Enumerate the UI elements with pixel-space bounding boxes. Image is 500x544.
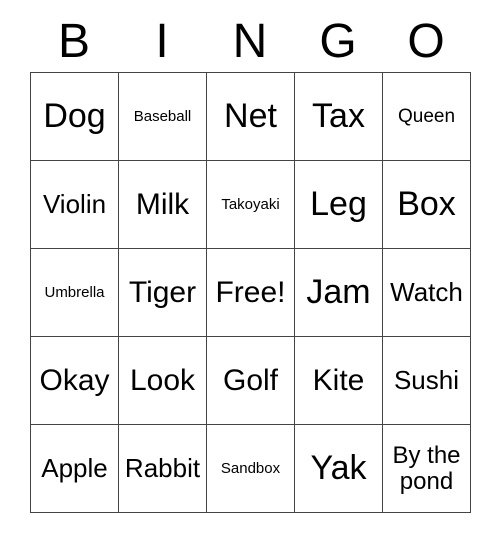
bingo-cell-label: Free!: [215, 275, 286, 309]
bingo-cell-label: Rabbit: [124, 452, 201, 483]
bingo-cell-label: Tax: [312, 96, 365, 135]
bingo-cell-label: Takoyaki: [221, 195, 280, 213]
bingo-cell-label: Golf: [222, 363, 279, 397]
bingo-cell[interactable]: Apple: [31, 425, 119, 513]
bingo-cell[interactable]: Queen: [383, 73, 471, 161]
bingo-cell-label: Sushi: [393, 364, 460, 395]
bingo-cell[interactable]: Rabbit: [119, 425, 207, 513]
bingo-cell[interactable]: Milk: [119, 161, 207, 249]
bingo-cell[interactable]: Baseball: [119, 73, 207, 161]
bingo-cell-label: Violin: [42, 188, 107, 219]
bingo-row: Umbrella Tiger Free! Jam Watch: [31, 249, 471, 337]
bingo-cell[interactable]: Sushi: [383, 337, 471, 425]
bingo-cell-label: Sandbox: [220, 459, 281, 477]
bingo-grid: Dog Baseball Net Tax Queen Violin Milk T…: [30, 72, 471, 513]
bingo-cell[interactable]: Takoyaki: [207, 161, 295, 249]
bingo-cell-label: Look: [129, 363, 196, 397]
bingo-cell[interactable]: Net: [207, 73, 295, 161]
bingo-row: Violin Milk Takoyaki Leg Box: [31, 161, 471, 249]
bingo-cell[interactable]: Box: [383, 161, 471, 249]
bingo-cell-label: By the pond: [392, 442, 461, 495]
bingo-cell-label: Kite: [312, 363, 365, 397]
bingo-cell-label: Watch: [390, 276, 463, 307]
bingo-row: Okay Look Golf Kite Sushi: [31, 337, 471, 425]
bingo-header-row: B I N G O: [30, 0, 470, 72]
bingo-cell-label: Tiger: [128, 275, 197, 309]
bingo-cell[interactable]: Tiger: [119, 249, 207, 337]
bingo-cell[interactable]: By the pond: [383, 425, 471, 513]
bingo-header-letter-o: O: [407, 15, 445, 68]
bingo-cell-label: Box: [397, 184, 456, 223]
bingo-cell[interactable]: Umbrella: [31, 249, 119, 337]
bingo-header-letter-g: G: [319, 15, 357, 68]
bingo-cell-label: Yak: [310, 448, 367, 487]
bingo-cell[interactable]: Leg: [295, 161, 383, 249]
bingo-cell-free-space[interactable]: Free!: [207, 249, 295, 337]
bingo-header-letter-i: I: [155, 15, 169, 68]
bingo-cell-label: Jam: [306, 272, 371, 311]
bingo-cell[interactable]: Kite: [295, 337, 383, 425]
bingo-cell[interactable]: Golf: [207, 337, 295, 425]
bingo-cell-label: Net: [224, 96, 277, 135]
bingo-card: B I N G O Dog Baseball Net Tax Queen Vio…: [30, 0, 471, 513]
bingo-row: Dog Baseball Net Tax Queen: [31, 73, 471, 161]
bingo-cell-label: Umbrella: [44, 283, 105, 301]
bingo-cell-label: Milk: [135, 187, 190, 221]
bingo-cell[interactable]: Dog: [31, 73, 119, 161]
bingo-cell[interactable]: Sandbox: [207, 425, 295, 513]
bingo-cell-label: Leg: [310, 184, 367, 223]
bingo-cell-label: Baseball: [133, 107, 192, 125]
bingo-cell-label: Dog: [43, 96, 106, 135]
bingo-cell[interactable]: Okay: [31, 337, 119, 425]
bingo-cell-label: Okay: [39, 363, 110, 397]
bingo-cell[interactable]: Violin: [31, 161, 119, 249]
bingo-cell-label: Apple: [41, 452, 108, 483]
bingo-header-letter-n: N: [232, 15, 268, 68]
bingo-cell[interactable]: Jam: [295, 249, 383, 337]
bingo-cell[interactable]: Tax: [295, 73, 383, 161]
bingo-header-letter-b: B: [57, 15, 90, 68]
bingo-cell[interactable]: Watch: [383, 249, 471, 337]
bingo-row: Apple Rabbit Sandbox Yak By the pond: [31, 425, 471, 513]
bingo-cell-label: Queen: [397, 105, 456, 127]
bingo-cell[interactable]: Yak: [295, 425, 383, 513]
bingo-cell[interactable]: Look: [119, 337, 207, 425]
